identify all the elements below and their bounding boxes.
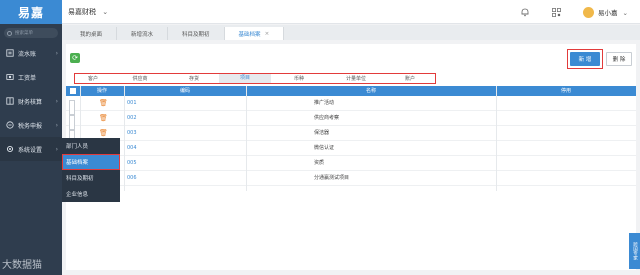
sidebar-item-settings[interactable]: 系统设置 ›	[0, 137, 62, 161]
tab-suppliers[interactable]: 供应商	[111, 75, 169, 82]
tab-accounts-opening[interactable]: 科目及期初	[168, 27, 225, 40]
tab-currency[interactable]: 币种	[271, 75, 327, 82]
expert-side-tab[interactable]: 跨国专家	[629, 233, 640, 269]
bell-icon[interactable]	[520, 7, 530, 17]
tab-label: 基础档案	[238, 31, 261, 38]
company-name: 易嘉财税	[68, 7, 96, 16]
table-row[interactable]: 🗑 005 资质	[66, 156, 636, 175]
company-selector[interactable]: 易嘉财税 ⌄	[68, 7, 108, 17]
sidebar-item-label: 工资单	[18, 74, 37, 82]
column-divider	[246, 86, 247, 191]
tab-inventory[interactable]: 存货	[169, 75, 219, 82]
sidebar: 易嘉 搜索菜单 流水账 › 工资单 财务核算 › 税务申报 › 系统设置 › 大…	[0, 0, 62, 275]
row-name: 供应商考察	[314, 115, 340, 121]
chevron-right-icon: ›	[55, 145, 58, 153]
submenu-item-departments[interactable]: 部门人员	[62, 138, 120, 154]
chevron-right-icon: ›	[55, 49, 58, 57]
row-name: 保洁器	[314, 130, 330, 136]
avatar[interactable]	[582, 6, 594, 18]
column-header-name: 名称	[365, 88, 376, 94]
select-all-checkbox[interactable]	[70, 87, 76, 94]
qrcode-icon[interactable]	[552, 7, 561, 17]
add-button[interactable]: 新 增	[570, 52, 600, 66]
trash-icon[interactable]: 🗑	[99, 96, 108, 111]
table-body: 🗑 001 推广活动 🗑 002 供应商考察 🗑 003 保洁器 🗑 004 微…	[66, 96, 636, 190]
accounting-icon	[6, 97, 14, 105]
submenu-item-accounts-opening[interactable]: 科目及期初	[62, 170, 120, 186]
table-row[interactable]: 🗑 001 推广活动	[66, 96, 636, 115]
page-tabs: 我的桌面 新增流水 科目及期初 基础档案 ×	[62, 25, 640, 40]
column-header-op: 操作	[96, 88, 107, 94]
row-name: 推广活动	[314, 100, 335, 106]
chevron-down-icon: ⌄	[622, 9, 628, 17]
row-code[interactable]: 002	[127, 111, 137, 126]
ledger-icon	[6, 49, 14, 57]
column-header-disabled: 停用	[560, 88, 571, 94]
sidebar-item-label: 流水账	[18, 50, 37, 58]
sidebar-item-label: 税务申报	[18, 122, 43, 130]
menu-search-input[interactable]: 搜索菜单	[4, 28, 58, 38]
app-logo[interactable]: 易嘉	[0, 0, 62, 24]
tax-icon	[6, 121, 14, 129]
archive-type-tabs: 客户 供应商 存货 项目 币种 计量单位 账户	[74, 73, 436, 84]
watermark-text: 大数据猫	[2, 260, 42, 271]
table-header: 操作 编码 名称 停用	[66, 86, 636, 96]
tab-units[interactable]: 计量单位	[327, 75, 385, 82]
settings-submenu: 部门人员 基础档案 科目及期初 企业信息	[62, 138, 120, 202]
sidebar-item-ledger[interactable]: 流水账 ›	[0, 41, 62, 65]
table-row[interactable]: 🗑 003 保洁器	[66, 126, 636, 145]
chevron-down-icon: ⌄	[102, 7, 109, 16]
column-divider	[124, 86, 125, 191]
table-row[interactable]: 🗑 002 供应商考察	[66, 111, 636, 130]
sidebar-item-tax[interactable]: 税务申报 ›	[0, 113, 62, 137]
tab-my-desktop[interactable]: 我的桌面	[66, 27, 118, 40]
row-name: 微信认证	[314, 145, 335, 151]
row-code[interactable]: 004	[127, 141, 137, 156]
tab-basic-archives[interactable]: 基础档案 ×	[224, 27, 285, 40]
tab-projects[interactable]: 项目	[219, 74, 271, 83]
sidebar-item-label: 系统设置	[18, 146, 43, 154]
gear-icon	[6, 145, 14, 153]
payroll-icon	[6, 74, 14, 80]
chevron-right-icon: ›	[55, 121, 58, 129]
watermark: 大数据猫	[2, 256, 42, 271]
select-all-cell	[66, 86, 80, 96]
row-name: 分通赢测试项目	[314, 175, 350, 181]
trash-icon[interactable]: 🗑	[99, 111, 108, 126]
search-icon	[7, 30, 12, 36]
close-icon[interactable]: ×	[265, 31, 270, 37]
table-row[interactable]: 🗑 004 微信认证	[66, 141, 636, 160]
submenu-item-company-info[interactable]: 企业信息	[62, 186, 120, 202]
sidebar-item-accounting[interactable]: 财务核算 ›	[0, 89, 62, 113]
tab-new-entry[interactable]: 新增流水	[117, 27, 169, 40]
top-bar: 易嘉财税 ⌄ 易小嘉 ⌄	[62, 0, 640, 24]
row-name: 资质	[314, 160, 325, 166]
submenu-item-basic-archives[interactable]: 基础档案	[62, 154, 120, 170]
tab-customers[interactable]: 客户	[75, 75, 111, 82]
row-code[interactable]: 006	[127, 171, 137, 186]
sidebar-item-payroll[interactable]: 工资单	[0, 65, 62, 89]
row-code[interactable]: 005	[127, 156, 137, 171]
chevron-right-icon: ›	[55, 97, 58, 105]
row-code[interactable]: 001	[127, 96, 137, 111]
user-menu[interactable]: 易小嘉 ⌄	[598, 7, 628, 17]
column-header-code: 编码	[179, 88, 190, 94]
refresh-icon[interactable]: ⟳	[70, 53, 80, 63]
tab-accounts[interactable]: 账户	[385, 75, 435, 82]
row-code[interactable]: 003	[127, 126, 137, 141]
user-name: 易小嘉	[597, 9, 618, 17]
sidebar-item-label: 财务核算	[18, 98, 43, 106]
menu-search-placeholder: 搜索菜单	[15, 31, 33, 36]
table-row[interactable]: 🗑 006 分通赢测试项目	[66, 171, 636, 190]
delete-button[interactable]: 删 除	[606, 52, 632, 66]
column-divider	[496, 86, 497, 191]
main-panel: ⟳ 新 增 删 除 客户 供应商 存货 项目 币种 计量单位 账户 操作 编码 …	[66, 44, 636, 270]
